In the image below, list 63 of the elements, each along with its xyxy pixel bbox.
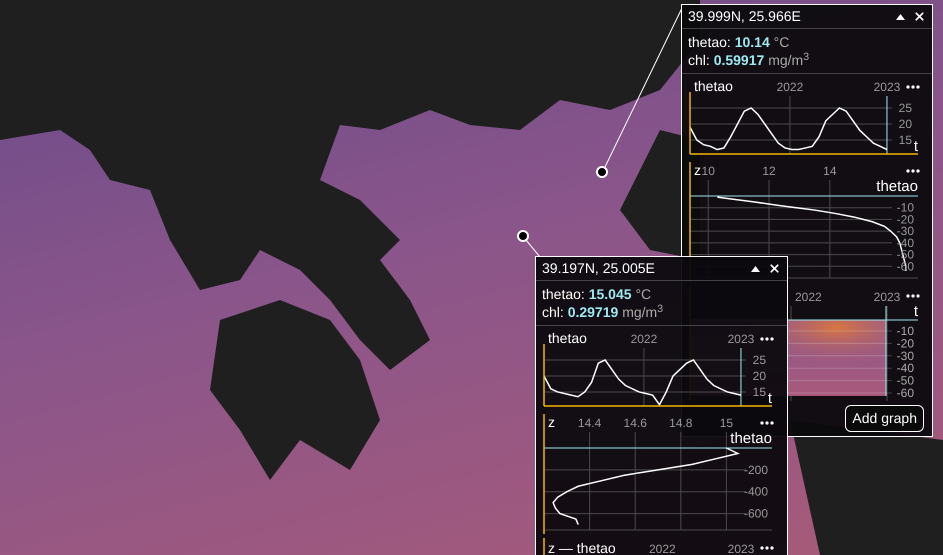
axis-label: t	[914, 138, 918, 155]
axis-tick-label: -50	[896, 374, 914, 388]
axis-tick-label: -600	[744, 506, 768, 521]
close-icon[interactable]	[768, 262, 781, 275]
current-time-line	[886, 96, 888, 154]
axis-tick-label: -30	[896, 348, 914, 363]
axis-tick-label: 25	[898, 100, 912, 115]
reading: chl: 0.59917 mg/m$^{3}$	[688, 51, 810, 69]
axis-tick-label: 20	[752, 368, 766, 383]
axis-tick-label: 15	[720, 416, 734, 430]
axis-tick-label: 20	[898, 116, 912, 131]
axis-tick-label: -400	[744, 484, 768, 499]
more-icon[interactable]	[760, 337, 774, 341]
axis-tick-label: 14.8	[669, 416, 692, 430]
axis-label: z	[694, 162, 701, 178]
caret-up-icon[interactable]	[896, 14, 905, 20]
axis-label: t	[768, 390, 772, 407]
more-icon[interactable]	[906, 85, 920, 89]
axis-tick-label: -10	[896, 324, 914, 338]
coordinates: 39.999N, 25.966E	[688, 7, 801, 26]
add-graph-button[interactable]: Add graph	[845, 405, 924, 432]
axis-tick-label: 2022	[649, 542, 676, 555]
axis-tick-label: 14.4	[578, 416, 602, 430]
current-time-line	[740, 348, 742, 406]
axis-tick-label: -200	[744, 462, 768, 477]
reading: thetao: 10.14 °C	[688, 33, 790, 51]
chart-title: thetao	[694, 78, 733, 94]
axis-tick-label: -30	[896, 224, 914, 238]
close-icon[interactable]	[913, 10, 926, 23]
axis-tick-label: 14.6	[624, 416, 647, 430]
axis-label: z	[548, 414, 555, 430]
axis-tick-label: 2022	[795, 290, 822, 304]
axis-tick-label: -40	[896, 361, 914, 376]
axis-label: t	[914, 303, 918, 320]
axis-tick-label: 2023	[874, 80, 900, 94]
axis-tick-label: 25	[752, 352, 766, 367]
reading: thetao: 15.045 °C	[542, 285, 652, 303]
more-icon[interactable]	[906, 294, 920, 298]
axis-tick-label: 2023	[874, 290, 900, 304]
more-icon[interactable]	[760, 421, 774, 425]
axis-label: thetao	[876, 178, 918, 195]
axis-tick-label: -10	[896, 200, 914, 215]
reading: chl: 0.29719 mg/m$^{3}$	[542, 303, 664, 321]
axis-tick-label: 2022	[630, 332, 658, 346]
axis-tick-label: 10	[702, 164, 715, 178]
axis-tick-label: 2023	[728, 542, 754, 555]
axis-tick-label: 12	[762, 164, 776, 178]
caret-up-icon[interactable]	[751, 266, 760, 272]
axis-tick-label: -20	[896, 336, 914, 350]
axis-tick-label: -20	[896, 212, 914, 226]
axis-tick-label: 2022	[776, 80, 804, 94]
axis-tick-label: 14	[823, 164, 837, 178]
more-icon[interactable]	[760, 546, 774, 550]
coordinates: 39.197N, 25.005E	[542, 259, 655, 278]
axis-tick-label: -60	[896, 386, 914, 400]
axis-label: thetao	[730, 430, 772, 447]
chart-title: thetao	[548, 330, 587, 346]
axis-tick-label: 15	[898, 132, 912, 147]
axis-line	[543, 538, 545, 555]
axis-tick-label: 15	[752, 384, 766, 399]
axis-tick-label: 2023	[728, 332, 754, 346]
more-icon[interactable]	[906, 169, 920, 173]
chart-title: z — thetao	[548, 540, 616, 555]
